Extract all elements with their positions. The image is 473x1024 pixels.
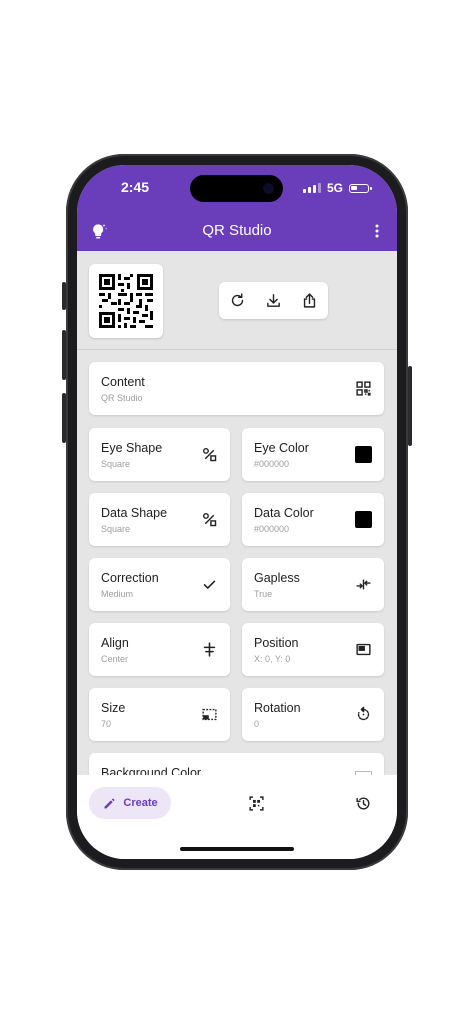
option-value: True bbox=[254, 589, 273, 599]
more-vert-icon[interactable] bbox=[367, 221, 387, 241]
content-label: Content bbox=[101, 375, 145, 389]
content-value: QR Studio bbox=[101, 393, 143, 403]
option-value: 0 bbox=[254, 719, 260, 729]
home-indicator[interactable] bbox=[180, 847, 294, 851]
option-label: Eye Shape bbox=[101, 441, 163, 455]
option-value: X: 0, Y: 0 bbox=[254, 654, 291, 664]
check-icon bbox=[203, 580, 216, 589]
option-label: Rotation bbox=[254, 701, 301, 715]
signal-icon bbox=[302, 183, 321, 193]
picture-in-picture-icon bbox=[356, 643, 371, 656]
refresh-icon[interactable] bbox=[229, 292, 246, 309]
qr-preview-area bbox=[77, 251, 397, 350]
option-label: Eye Color bbox=[254, 441, 309, 455]
option-value: #000000 bbox=[254, 524, 290, 534]
content-card[interactable]: Content QR Studio bbox=[89, 362, 384, 415]
shape-icon bbox=[202, 512, 217, 527]
option-card-size[interactable]: Size 70 bbox=[89, 688, 230, 741]
preview-actions bbox=[219, 282, 328, 319]
share-icon[interactable] bbox=[301, 292, 318, 309]
option-label: Align bbox=[101, 636, 129, 650]
network-label: 5G bbox=[326, 181, 343, 195]
option-card-eye-color[interactable]: Eye Color #000000 bbox=[242, 428, 384, 481]
option-value: 70 bbox=[101, 719, 112, 729]
option-card-eye-shape[interactable]: Eye Shape Square bbox=[89, 428, 230, 481]
option-card-position[interactable]: Position X: 0, Y: 0 bbox=[242, 623, 384, 676]
qr-code-image bbox=[99, 274, 153, 328]
option-label: Position bbox=[254, 636, 299, 650]
option-label: Data Color bbox=[254, 506, 314, 520]
option-value: Square bbox=[101, 459, 131, 469]
option-card-gapless[interactable]: Gapless True bbox=[242, 558, 384, 611]
rotate-icon bbox=[357, 706, 370, 721]
nav-create-label: Create bbox=[123, 797, 158, 809]
option-value: #000000 bbox=[254, 459, 290, 469]
dynamic-island bbox=[190, 175, 283, 202]
option-card-correction[interactable]: Correction Medium bbox=[89, 558, 230, 611]
status-time: 2:45 bbox=[121, 179, 150, 195]
app-screen: 2:45 5G QR Studio Content QR Studio Eye … bbox=[77, 165, 397, 859]
power-button bbox=[408, 366, 412, 446]
qr-code-icon bbox=[356, 381, 371, 396]
qr-scan-icon[interactable] bbox=[248, 795, 265, 812]
option-card-rotation[interactable]: Rotation 0 bbox=[242, 688, 384, 741]
bottom-navigation: Create bbox=[77, 775, 397, 859]
option-label: Correction bbox=[101, 571, 159, 585]
download-icon[interactable] bbox=[265, 292, 282, 309]
shape-icon bbox=[202, 447, 217, 462]
option-value: Square bbox=[101, 524, 131, 534]
option-label: Gapless bbox=[254, 571, 300, 585]
color-swatch-icon bbox=[355, 511, 372, 528]
option-value: Medium bbox=[101, 589, 134, 599]
option-value: Center bbox=[101, 654, 129, 664]
edit-icon bbox=[104, 798, 115, 808]
battery-icon bbox=[349, 183, 372, 193]
option-card-data-shape[interactable]: Data Shape Square bbox=[89, 493, 230, 546]
status-indicators: 5G bbox=[302, 181, 372, 195]
option-label: Data Shape bbox=[101, 506, 168, 520]
align-center-icon bbox=[203, 642, 216, 657]
option-card-align[interactable]: Align Center bbox=[89, 623, 230, 676]
color-swatch-icon bbox=[355, 446, 372, 463]
resize-icon bbox=[202, 708, 217, 721]
top-app-bar: 2:45 5G QR Studio bbox=[77, 165, 397, 251]
nav-create-button[interactable]: Create bbox=[89, 787, 171, 819]
option-label: Size bbox=[101, 701, 126, 715]
page-title: QR Studio bbox=[202, 222, 272, 239]
option-card-data-color[interactable]: Data Color #000000 bbox=[242, 493, 384, 546]
history-icon[interactable] bbox=[355, 795, 372, 812]
compress-icon bbox=[356, 579, 371, 590]
qr-code-preview bbox=[89, 264, 163, 338]
